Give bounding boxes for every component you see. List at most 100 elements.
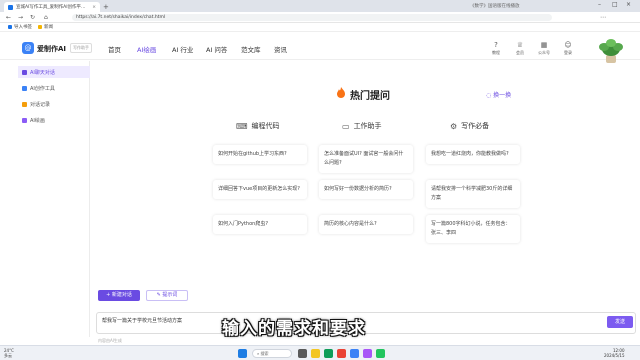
- user-icon: ☺: [564, 41, 572, 49]
- weather-desc: 多云: [4, 353, 12, 358]
- app-taskbar-icon[interactable]: [363, 349, 372, 358]
- wechat-button[interactable]: ▦ 公众号: [532, 41, 556, 56]
- app-taskbar-icon[interactable]: [337, 349, 346, 358]
- plant-decoration-icon: [599, 39, 623, 63]
- sidebar-item-ai-chat[interactable]: AI聊天对话: [18, 66, 90, 78]
- crown-icon: ♕: [516, 41, 524, 49]
- header-icon-label: 教程: [492, 50, 500, 55]
- member-button[interactable]: ♕ 会员: [508, 41, 532, 56]
- site-header: @ 爱制作AI 写作助手 首页 AI绘画 AI 行业 AI 问答 范文库 资讯 …: [0, 33, 640, 60]
- question-card[interactable]: 怎么准备面试UI? 面试官一般会问什么问题?: [319, 145, 413, 173]
- column-head-work: ▭ 工作助手: [342, 121, 382, 131]
- prompt-library-label: 提示词: [162, 292, 178, 298]
- fire-icon: [337, 87, 345, 98]
- back-icon[interactable]: ←: [6, 14, 11, 21]
- sidebar-item-label: AI创作工具: [30, 85, 55, 92]
- app-taskbar-icon[interactable]: [350, 349, 359, 358]
- new-tab-icon[interactable]: +: [103, 3, 109, 11]
- monitor-icon: ▭: [342, 121, 350, 131]
- browser-tab-active[interactable]: 宣城AI写作工具_爱制作AI创作平... ×: [4, 2, 100, 12]
- sidebar-item-ai-drawing[interactable]: AI绘画: [18, 114, 90, 126]
- refresh-button[interactable]: ◌ 换一换: [486, 90, 511, 99]
- login-button[interactable]: ☺ 登录: [556, 41, 580, 56]
- new-chat-label: 新建对话: [111, 292, 132, 298]
- chat-input-field[interactable]: 帮我写一篇关于学校元旦节活动方案: [96, 312, 636, 334]
- brand-logo-icon[interactable]: @: [22, 42, 34, 54]
- column-title: 工作助手: [353, 122, 382, 130]
- reload-icon[interactable]: ↻: [30, 14, 35, 21]
- drawing-icon: [22, 117, 27, 123]
- chat-input-value: 帮我写一篇关于学校元旦节活动方案: [102, 318, 183, 324]
- taskbar-search[interactable]: ⌕ 搜索: [252, 349, 292, 358]
- new-chat-button[interactable]: + 新建对话: [98, 290, 140, 301]
- bookmark-bar: 导入书签 新闻: [0, 23, 640, 32]
- sidebar-item-label: AI聊天对话: [30, 69, 55, 76]
- maximize-icon[interactable]: □: [612, 1, 618, 8]
- nav-ai-qa[interactable]: AI 问答: [206, 44, 227, 54]
- bookmark-label: 新闻: [44, 25, 53, 30]
- close-tab-icon[interactable]: ×: [92, 5, 96, 10]
- refresh-icon: ◌: [486, 92, 492, 99]
- history-icon: [22, 101, 27, 107]
- tutorial-button[interactable]: ? 教程: [484, 41, 508, 56]
- header-icon-label: 登录: [564, 50, 572, 55]
- site-favicon-icon: [8, 4, 13, 10]
- task-view-icon[interactable]: [298, 349, 307, 358]
- question-card[interactable]: 详细回答下vue项目的更新怎么实现?: [213, 180, 307, 199]
- question-card[interactable]: 如何写好一份数据分析的简历?: [319, 180, 413, 199]
- header-icon-label: 公众号: [538, 50, 550, 55]
- refresh-label: 换一换: [493, 92, 512, 99]
- os-taskbar: 24°C 多云 ⌕ 搜索 12:00 2024/5/15: [0, 345, 640, 360]
- bookmark-import[interactable]: 导入书签: [8, 24, 32, 30]
- file-explorer-icon[interactable]: [311, 349, 320, 358]
- bookmark-news[interactable]: 新闻: [38, 24, 53, 30]
- browser-taskbar-icon[interactable]: [324, 349, 333, 358]
- bookmark-icon: [38, 25, 42, 29]
- nav-essay-library[interactable]: 范文库: [241, 44, 261, 54]
- browser-tab-bar: 宣城AI写作工具_爱制作AI创作平... × + 《数学》国语版在线播放 – □…: [0, 0, 640, 12]
- column-head-code: ⌨ 编程代码: [236, 121, 280, 131]
- tab-title: 宣城AI写作工具_爱制作AI创作平...: [16, 5, 86, 10]
- windows-start-icon[interactable]: [238, 349, 247, 358]
- question-card[interactable]: 写一篇800字科幻小说，任务包含：张三、李四: [426, 215, 520, 243]
- url-input[interactable]: https://ai.7t.net/shaikai/index/chat.htm…: [72, 14, 552, 21]
- qr-icon: ▦: [540, 41, 548, 49]
- question-card[interactable]: 简历的核心内容是什么?: [319, 215, 413, 234]
- bookmark-icon: [8, 25, 12, 29]
- extensions-icon[interactable]: ⋯: [600, 14, 606, 21]
- gear-icon: ⚙: [450, 121, 458, 131]
- video-subtitle: 输入的需求和要求: [222, 319, 366, 339]
- sidebar: AI聊天对话 AI创作工具 对话记录 AI绘画: [14, 61, 90, 337]
- nav-home[interactable]: 首页: [108, 44, 121, 54]
- brand-name[interactable]: 爱制作AI: [37, 44, 66, 54]
- question-card[interactable]: 如何开始在github上学习东西?: [213, 145, 307, 164]
- browser-tab-second[interactable]: 《数学》国语版在线播放: [470, 3, 520, 9]
- tools-icon: [22, 85, 27, 91]
- hot-questions-title: 热门提问: [350, 91, 390, 102]
- close-window-icon[interactable]: ×: [626, 1, 631, 8]
- column-title: 写作必备: [461, 122, 490, 130]
- question-card[interactable]: 如何入门Python爬虫?: [213, 215, 307, 234]
- question-icon: ?: [494, 41, 498, 49]
- sidebar-item-ai-tools[interactable]: AI创作工具: [18, 82, 90, 94]
- code-icon: ⌨: [236, 121, 248, 131]
- send-button[interactable]: 发送: [607, 316, 633, 328]
- nav-ai-drawing[interactable]: AI绘画: [137, 44, 156, 54]
- prompt-library-button[interactable]: ✎ 提示词: [146, 290, 188, 301]
- sidebar-item-label: 对话记录: [30, 101, 51, 108]
- home-icon[interactable]: ⌂: [44, 14, 48, 21]
- forward-icon[interactable]: →: [18, 14, 23, 21]
- header-icon-label: 会员: [516, 50, 524, 55]
- column-title: 编程代码: [251, 122, 280, 130]
- system-clock[interactable]: 12:00 2024/5/15: [604, 348, 625, 358]
- nav-news[interactable]: 资讯: [274, 44, 287, 54]
- chat-icon: [22, 69, 27, 75]
- weather-widget[interactable]: 24°C 多云: [4, 348, 14, 358]
- question-card[interactable]: 我想吃一道红烧肉，你能教我做吗?: [426, 145, 520, 164]
- minimize-icon[interactable]: –: [598, 1, 601, 8]
- nav-ai-industry[interactable]: AI 行业: [172, 44, 193, 54]
- brand-tag: 写作助手: [70, 43, 92, 53]
- app-taskbar-icon[interactable]: [376, 349, 385, 358]
- sidebar-item-history[interactable]: 对话记录: [18, 98, 90, 110]
- question-card[interactable]: 请帮我安排一个科学减肥30斤的详细方案: [426, 180, 520, 208]
